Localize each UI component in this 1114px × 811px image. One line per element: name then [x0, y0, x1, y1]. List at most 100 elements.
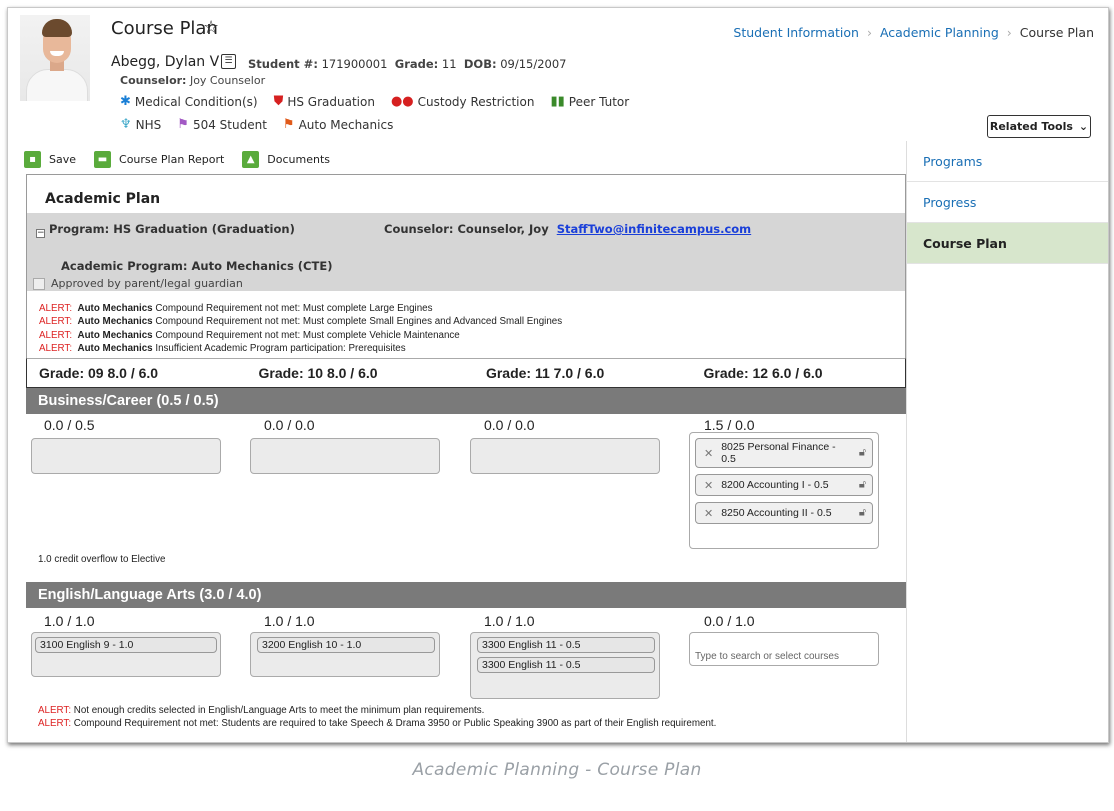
- program-label: Program: HS Graduation (Graduation): [49, 222, 295, 236]
- save-icon: ▪: [24, 150, 41, 168]
- star-icon[interactable]: ☆: [203, 17, 219, 38]
- related-tools-button[interactable]: Related Tools ⌄: [987, 115, 1091, 138]
- counselor-line: Counselor: Joy Counselor: [120, 74, 266, 87]
- graduation-cap-icon: ⛊: [273, 94, 284, 109]
- upload-icon: ▲: [242, 150, 260, 168]
- app-window: Course Plan ☆ Abegg, Dylan V ☰ Student #…: [7, 7, 1109, 743]
- flag-icon: ⚑: [177, 117, 189, 132]
- english-alerts: ALERT: Not enough credits selected in En…: [38, 705, 716, 730]
- business-grade-11-courses[interactable]: [470, 438, 660, 474]
- section-business-career[interactable]: Business/Career (0.5 / 0.5): [26, 388, 906, 414]
- course-chip[interactable]: 3300 English 11 - 0.5: [477, 637, 655, 653]
- english-grade-09-courses[interactable]: 3100 English 9 - 1.0: [31, 632, 221, 677]
- course-chip[interactable]: ✕ 8250 Accounting II - 0.5 🔓︎: [695, 502, 873, 524]
- flag-nhs[interactable]: ♆ NHS: [120, 117, 161, 132]
- asterisk-icon: ✱: [120, 94, 131, 109]
- program-counselor: Counselor: Counselor, Joy StaffTwo@infin…: [384, 222, 752, 236]
- program-alerts: ALERT: Auto Mechanics Compound Requireme…: [39, 302, 562, 355]
- plan-title: Academic Plan: [45, 191, 161, 207]
- academic-program-label: Academic Program: Auto Mechanics (CTE): [61, 259, 333, 273]
- breadcrumb-academic-planning[interactable]: Academic Planning: [880, 25, 999, 40]
- overflow-note: 1.0 credit overflow to Elective: [38, 554, 166, 565]
- business-grade-09-courses[interactable]: [31, 438, 221, 474]
- english-grade-11-courses[interactable]: 3300 English 11 - 0.5 3300 English 11 - …: [470, 632, 660, 699]
- sidebar-item-programs[interactable]: Programs: [907, 141, 1108, 182]
- flag-peer-tutor[interactable]: ▮▮ Peer Tutor: [550, 94, 629, 109]
- page-title: Course Plan: [111, 18, 218, 39]
- people-icon: ●●: [390, 94, 414, 109]
- grade-09-total: Grade: 09 8.0 / 6.0: [39, 365, 159, 381]
- student-header: Course Plan ☆ Abegg, Dylan V ☰ Student #…: [8, 8, 1108, 141]
- toolbar: ▪ Save ▬ Course Plan Report ▲ Documents: [24, 148, 330, 170]
- business-grade-12-courses[interactable]: ✕ 8025 Personal Finance - 0.5 🔓︎ ✕ 8200 …: [689, 432, 879, 549]
- figure-caption: Academic Planning - Course Plan: [412, 760, 702, 780]
- student-name: Abegg, Dylan V: [111, 54, 220, 70]
- english-grade-10-courses[interactable]: 3200 English 10 - 1.0: [250, 632, 440, 677]
- flag-auto-mechanics[interactable]: ⚑ Auto Mechanics: [283, 117, 393, 132]
- alert-row: ALERT: Not enough credits selected in En…: [38, 705, 485, 716]
- trophy-icon: ♆: [120, 117, 132, 132]
- lock-icon[interactable]: 🔓︎: [859, 507, 866, 520]
- close-icon[interactable]: ✕: [704, 507, 713, 520]
- flag-hs-graduation[interactable]: ⛊ HS Graduation: [274, 94, 375, 109]
- id-card-icon[interactable]: ☰: [221, 54, 236, 69]
- approval-checkbox[interactable]: [33, 277, 45, 290]
- alert-row: ALERT: Auto Mechanics Compound Requireme…: [39, 303, 433, 314]
- course-chip[interactable]: ✕ 8200 Accounting I - 0.5 🔓︎: [695, 474, 873, 496]
- business-grade-09-total: 0.0 / 0.5: [44, 417, 95, 433]
- grade-10-total: Grade: 10 8.0 / 6.0: [258, 365, 378, 381]
- course-search-placeholder: Type to search or select courses: [695, 651, 839, 662]
- breadcrumb: Student Information › Academic Planning …: [733, 25, 1094, 40]
- right-sidebar: Programs Progress Course Plan: [906, 141, 1108, 742]
- chevron-right-icon: ›: [1006, 25, 1012, 40]
- section-english-language-arts[interactable]: English/Language Arts (3.0 / 4.0): [26, 582, 906, 608]
- english-grade-11-total: 1.0 / 1.0: [484, 613, 535, 629]
- grade-12-total: Grade: 12 6.0 / 6.0: [703, 365, 823, 381]
- sidebar-item-progress[interactable]: Progress: [907, 182, 1108, 223]
- flag-custody[interactable]: ●● Custody Restriction: [391, 94, 535, 109]
- english-grade-09-total: 1.0 / 1.0: [44, 613, 95, 629]
- close-icon[interactable]: ✕: [704, 479, 713, 492]
- business-grade-11-total: 0.0 / 0.0: [484, 417, 535, 433]
- program-band: − Program: HS Graduation (Graduation) Co…: [27, 213, 905, 291]
- lock-icon[interactable]: 🔓︎: [859, 479, 866, 492]
- course-chip[interactable]: 3300 English 11 - 0.5: [477, 657, 655, 673]
- documents-button[interactable]: ▲ Documents: [242, 150, 330, 168]
- alert-row: ALERT: Auto Mechanics Compound Requireme…: [39, 329, 460, 341]
- flag-504[interactable]: ⚑ 504 Student: [177, 117, 267, 132]
- business-grade-10-courses[interactable]: [250, 438, 440, 474]
- alert-row: ALERT: Auto Mechanics Compound Requireme…: [39, 316, 563, 328]
- collapse-icon[interactable]: −: [36, 229, 45, 238]
- alert-row: ALERT: Compound Requirement not met: Stu…: [38, 717, 717, 729]
- student-photo: [20, 15, 90, 101]
- grade-totals-row: Grade: 09 8.0 / 6.0 Grade: 10 8.0 / 6.0 …: [26, 358, 906, 388]
- english-grade-12-course-search[interactable]: Type to search or select courses: [689, 632, 879, 666]
- plan-summary: Academic Plan − Program: HS Graduation (…: [26, 174, 906, 380]
- flag-icon: ⚑: [282, 117, 295, 132]
- chevron-right-icon: ›: [866, 25, 872, 40]
- flags-row-1: ✱ Medical Condition(s) ⛊ HS Graduation ●● C…: [120, 94, 629, 109]
- breadcrumb-student-information[interactable]: Student Information: [733, 25, 859, 40]
- book-icon: ▮▮: [550, 94, 565, 109]
- student-meta: Student #: 171900001 Grade: 11 DOB: 09/1…: [248, 57, 567, 71]
- save-button[interactable]: ▪ Save: [24, 150, 76, 168]
- chevron-down-icon: ⌄: [1078, 120, 1089, 133]
- flag-medical[interactable]: ✱ Medical Condition(s): [120, 94, 258, 109]
- close-icon[interactable]: ✕: [704, 447, 713, 460]
- sidebar-item-course-plan[interactable]: Course Plan: [907, 223, 1108, 264]
- print-icon: ▬: [94, 150, 112, 168]
- business-grade-12-total: 1.5 / 0.0: [704, 417, 755, 433]
- course-chip[interactable]: 3100 English 9 - 1.0: [35, 637, 217, 653]
- academic-plan: Academic Plan − Program: HS Graduation (…: [26, 174, 906, 742]
- course-plan-report-button[interactable]: ▬ Course Plan Report: [94, 150, 224, 168]
- grade-11-total: Grade: 11 7.0 / 6.0: [485, 365, 605, 381]
- lock-icon[interactable]: 🔓︎: [859, 447, 866, 460]
- counselor-email-link[interactable]: StaffTwo@infinitecampus.com: [557, 222, 751, 236]
- flags-row-2: ♆ NHS ⚑ 504 Student ⚑ Auto Mechanics: [120, 117, 393, 132]
- breadcrumb-current: Course Plan: [1019, 25, 1094, 40]
- course-chip[interactable]: 3200 English 10 - 1.0: [257, 637, 435, 653]
- course-chip[interactable]: ✕ 8025 Personal Finance - 0.5 🔓︎: [695, 438, 873, 468]
- english-grade-10-total: 1.0 / 1.0: [264, 613, 315, 629]
- approval-row: Approved by parent/legal guardian: [33, 277, 243, 290]
- business-grade-10-total: 0.0 / 0.0: [264, 417, 315, 433]
